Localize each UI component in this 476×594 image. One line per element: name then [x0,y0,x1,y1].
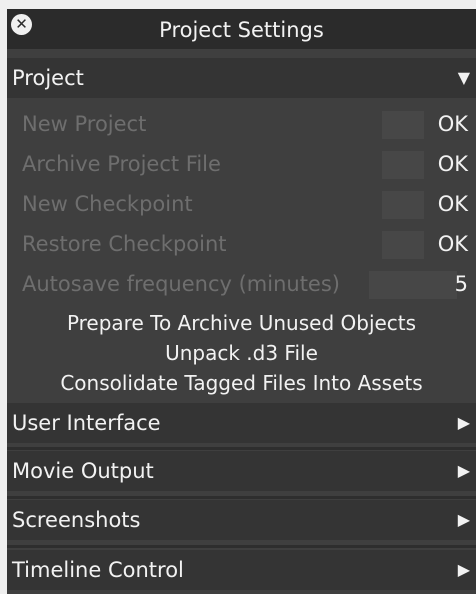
title-bar: ✕ Project Settings [7,9,476,49]
triangle-right-icon: ▶ [457,461,470,480]
row-autosave-frequency: Autosave frequency (minutes) 5 [7,267,476,301]
section-label: Movie Output [12,459,154,483]
row-restore-checkpoint: Restore Checkpoint OK [7,227,476,261]
archive-project-file-ok-button[interactable]: OK [438,147,468,181]
section-header-screenshots[interactable]: Screenshots ▶ [7,500,476,540]
new-checkpoint-ok-button[interactable]: OK [438,187,468,221]
section-label: User Interface [12,411,161,435]
unpack-d3-file-button[interactable]: Unpack .d3 File [7,338,476,368]
row-label: Archive Project File [22,152,221,176]
row-label: New Checkpoint [22,192,193,216]
restore-checkpoint-ok-button[interactable]: OK [438,227,468,261]
row-label: Restore Checkpoint [22,232,227,256]
divider [7,496,476,499]
row-label: Autosave frequency (minutes) [22,272,340,296]
field-slot [382,151,424,179]
section-label: Project [12,66,84,90]
row-label: New Project [22,112,147,136]
consolidate-tagged-files-button[interactable]: Consolidate Tagged Files Into Assets [7,368,476,398]
section-header-project[interactable]: Project ▼ [7,58,476,98]
row-archive-project-file: Archive Project File OK [7,147,476,181]
field-slot [382,111,424,139]
section-label: Screenshots [12,508,141,532]
triangle-right-icon: ▶ [457,560,470,579]
divider [7,447,476,450]
autosave-frequency-input[interactable] [369,271,457,299]
row-new-project: New Project OK [7,107,476,141]
section-label: Timeline Control [12,558,184,582]
triangle-down-icon: ▼ [457,68,470,87]
field-slot [382,231,424,259]
field-slot [382,191,424,219]
section-header-user-interface[interactable]: User Interface ▶ [7,403,476,443]
new-project-ok-button[interactable]: OK [438,107,468,141]
section-header-movie-output[interactable]: Movie Output ▶ [7,451,476,491]
autosave-frequency-value[interactable]: 5 [455,267,468,301]
triangle-right-icon: ▶ [457,510,470,529]
prepare-archive-unused-objects-button[interactable]: Prepare To Archive Unused Objects [7,308,476,338]
window-title: Project Settings [159,18,324,42]
triangle-right-icon: ▶ [457,413,470,432]
section-header-timeline-control[interactable]: Timeline Control ▶ [7,550,476,590]
row-new-checkpoint: New Checkpoint OK [7,187,476,221]
project-settings-panel: ✕ Project Settings Project ▼ New Project… [7,9,476,594]
divider [7,545,476,548]
